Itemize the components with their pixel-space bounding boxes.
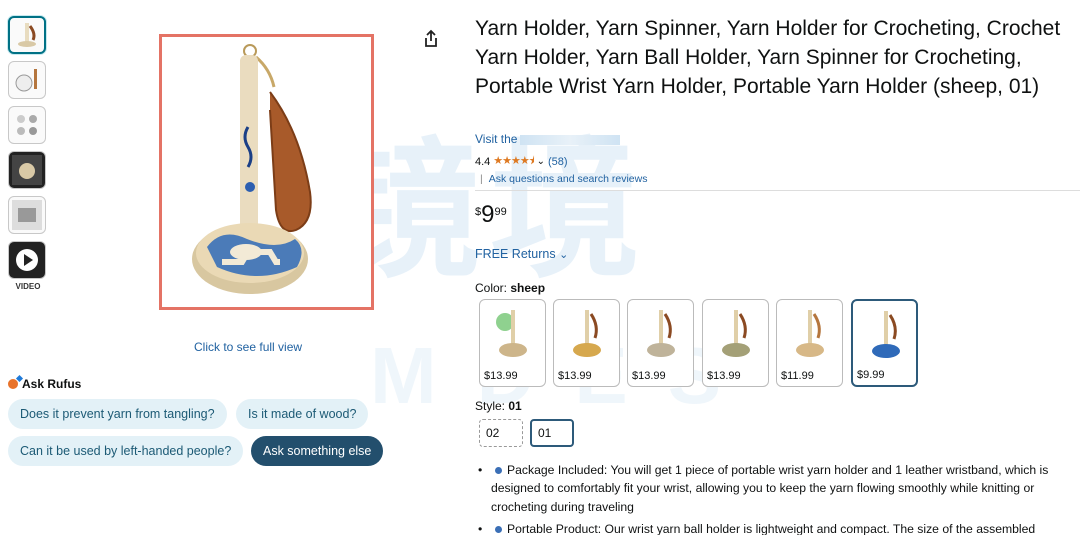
swatch-image <box>562 304 612 364</box>
share-icon[interactable] <box>420 28 442 50</box>
price-whole: 9 <box>481 201 495 228</box>
swatch-price: $13.99 <box>484 370 518 382</box>
swatch-image <box>785 304 835 364</box>
rufus-heading: Ask Rufus <box>8 377 81 391</box>
color-swatch-1[interactable]: $13.99 <box>479 299 546 387</box>
free-returns-label: FREE Returns <box>475 247 556 261</box>
color-label: Color: sheep <box>475 281 545 295</box>
swatch-image <box>861 305 911 365</box>
thumbnail-list: VIDEO <box>8 16 48 291</box>
play-icon <box>16 249 38 271</box>
thumbnail-4[interactable] <box>8 151 46 189</box>
product-title: Yarn Holder, Yarn Spinner, Yarn Holder f… <box>475 17 1061 98</box>
color-label-text: Color: <box>475 281 508 295</box>
style-label: Style: 01 <box>475 399 522 413</box>
ask-something-else-button[interactable]: Ask something else <box>251 436 384 466</box>
free-returns-link[interactable]: FREE Returns ⌄ <box>475 247 568 261</box>
bullet-icon <box>495 466 502 474</box>
thumbnail-1[interactable] <box>8 16 46 54</box>
video-label: VIDEO <box>15 282 41 291</box>
bullet-icon <box>495 526 502 533</box>
visit-prefix: Visit the <box>475 132 518 146</box>
main-product-image[interactable] <box>159 34 374 310</box>
bullet-item: Portable Product: Our wrist yarn ball ho… <box>475 520 1080 535</box>
price-fraction: 99 <box>494 206 507 218</box>
color-selected: sheep <box>510 281 546 295</box>
separator-bar: | <box>480 173 483 185</box>
rating-row: 4.4 ★★★★⯨ ⌄ (58) <box>475 152 568 171</box>
style-selected: 01 <box>508 399 522 413</box>
rufus-icon <box>8 379 18 389</box>
swatch-price: $13.99 <box>707 370 741 382</box>
swatch-image <box>711 304 761 364</box>
swatch-image <box>636 304 686 364</box>
style-option-02[interactable]: 02 <box>479 419 523 447</box>
rufus-chip-tangling[interactable]: Does it prevent yarn from tangling? <box>8 399 227 429</box>
visit-store-link[interactable]: Visit the <box>475 132 621 146</box>
style-option-01-selected[interactable]: 01 <box>530 419 574 447</box>
chevron-down-icon: ⌄ <box>559 249 569 261</box>
color-swatch-5[interactable]: $11.99 <box>776 299 843 387</box>
color-swatch-6-selected[interactable]: $9.99 <box>851 299 918 387</box>
swatch-price: $11.99 <box>781 370 814 382</box>
thumbnail-2[interactable] <box>8 61 46 99</box>
swatch-price: $13.99 <box>632 370 666 382</box>
price: $ 9 99 <box>475 202 507 228</box>
divider <box>475 190 1080 191</box>
ask-questions-link[interactable]: Ask questions and search reviews <box>489 173 648 185</box>
rufus-chip-left-handed[interactable]: Can it be used by left-handed people? <box>8 436 244 466</box>
thumbnail-3[interactable] <box>8 106 46 144</box>
color-swatch-3[interactable]: $13.99 <box>627 299 694 387</box>
rating-stars[interactable]: ★★★★⯨ <box>493 152 534 171</box>
bullet-text: Portable Product: Our wrist yarn ball ho… <box>507 522 1036 535</box>
store-name-blurred <box>520 134 621 145</box>
bullet-item: Package Included: You will get 1 piece o… <box>475 461 1080 516</box>
rating-value: 4.4 <box>475 155 491 168</box>
feature-bullets: Package Included: You will get 1 piece o… <box>475 461 1080 535</box>
swatch-image <box>488 304 538 364</box>
see-full-view-link[interactable]: Click to see full view <box>194 340 302 354</box>
rufus-title: Ask Rufus <box>22 377 82 391</box>
color-swatch-2[interactable]: $13.99 <box>553 299 620 387</box>
thumbnail-5[interactable] <box>8 196 46 234</box>
rufus-chip-wood[interactable]: Is it made of wood? <box>236 399 369 429</box>
chevron-down-icon[interactable]: ⌄ <box>537 156 545 167</box>
rating-count[interactable]: (58) <box>548 156 568 168</box>
swatch-price: $13.99 <box>558 370 592 382</box>
thumbnail-video[interactable] <box>8 241 46 279</box>
color-swatch-4[interactable]: $13.99 <box>702 299 769 387</box>
product-page: 元镜境 MDES VIDEO <box>0 0 1080 535</box>
style-label-text: Style: <box>475 399 506 413</box>
swatch-price: $9.99 <box>857 369 885 381</box>
ask-reviews-row: | Ask questions and search reviews <box>480 173 647 185</box>
bullet-text: Package Included: You will get 1 piece o… <box>491 463 1049 514</box>
